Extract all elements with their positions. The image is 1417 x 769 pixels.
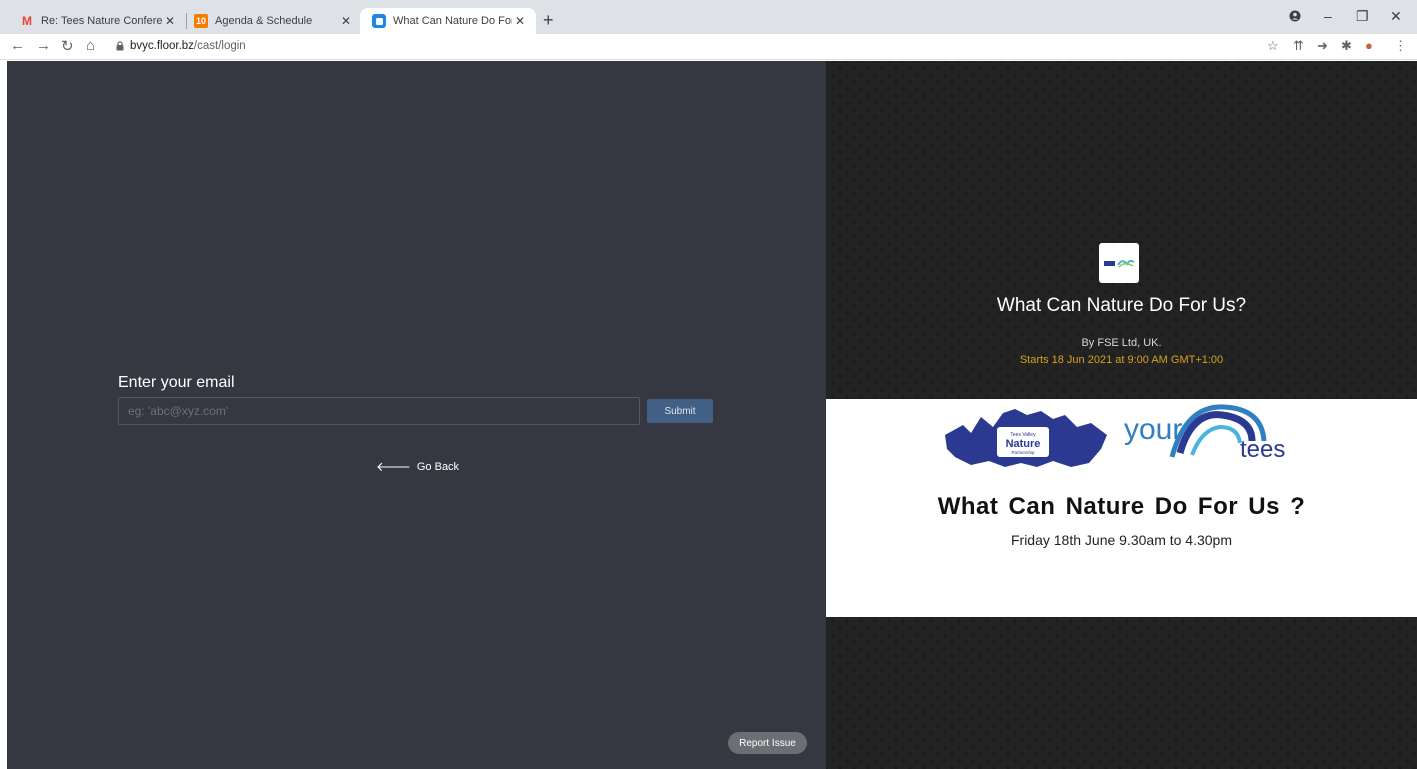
tab-title: What Can Nature Do For Us? Log — [393, 15, 512, 27]
browser-toolbar: ← → ↻ ⌂ bvyc.floor.bz/cast/login ☆ ⇈ ➜ ✱… — [0, 34, 1417, 60]
forward-icon[interactable]: → — [36, 37, 51, 54]
email-label: Enter your email — [118, 374, 235, 391]
go-back-label: Go Back — [416, 461, 460, 473]
back-icon[interactable]: ← — [10, 37, 25, 54]
event-logo — [1099, 243, 1139, 283]
tab-login[interactable]: What Can Nature Do For Us? Log ✕ — [360, 8, 536, 34]
star-icon[interactable]: ☆ — [1267, 38, 1279, 54]
extension-icon[interactable]: ⇈ — [1293, 38, 1304, 54]
puzzle-icon[interactable]: ✱ — [1341, 38, 1352, 54]
tab-title: Re: Tees Nature Conference - ma — [41, 15, 162, 27]
svg-text:tees: tees — [1240, 436, 1285, 463]
tab-agenda[interactable]: 10 Agenda & Schedule ✕ — [182, 8, 362, 34]
profile-icon[interactable] — [1289, 9, 1301, 25]
close-icon[interactable]: ✕ — [162, 14, 178, 28]
url-path: /cast/login — [193, 40, 246, 52]
share-icon[interactable]: ➜ — [1317, 38, 1328, 54]
email-input[interactable] — [118, 397, 640, 425]
svg-text:your: your — [1124, 413, 1182, 446]
browser-tabstrip: M Re: Tees Nature Conference - ma ✕ 10 A… — [0, 0, 1417, 34]
avatar[interactable]: ● — [1365, 38, 1373, 53]
arrow-left-icon: 🡐 — [376, 459, 411, 474]
url-host: bvyc.floor.bz — [130, 40, 194, 52]
banner-date: Friday 18th June 9.30am to 4.30pm — [1010, 532, 1233, 548]
close-icon[interactable]: ✕ — [338, 14, 354, 28]
new-tab-icon[interactable]: + — [543, 10, 554, 31]
tab-gmail[interactable]: M Re: Tees Nature Conference - ma ✕ — [8, 8, 186, 34]
menu-icon[interactable]: ⋮ — [1394, 38, 1407, 54]
go-back-link[interactable]: 🡐 Go Back — [376, 459, 459, 475]
event-panel: What Can Nature Do For Us? By FSE Ltd, U… — [826, 61, 1417, 769]
event-start-time: Starts 18 Jun 2021 at 9:00 AM GMT+1:00 — [1019, 354, 1224, 366]
event-banner: Tees Valley Nature Partnership your tees… — [826, 399, 1417, 617]
reload-icon[interactable]: ↻ — [61, 37, 74, 55]
window-close-icon[interactable]: ✕ — [1390, 8, 1402, 25]
home-icon[interactable]: ⌂ — [86, 37, 95, 54]
login-panel: Enter your email Submit 🡐 Go Back Report… — [7, 61, 826, 769]
tab-title: Agenda & Schedule — [215, 15, 313, 27]
floor-icon — [372, 14, 386, 28]
nature-partnership-logo: Tees Valley Nature Partnership — [945, 409, 1107, 467]
report-issue-button[interactable]: Report Issue — [728, 732, 807, 754]
close-icon[interactable]: ✕ — [512, 14, 528, 28]
event-title: What Can Nature Do For Us? — [996, 295, 1247, 316]
minimize-icon[interactable]: – — [1324, 8, 1332, 24]
your-tees-logo: your tees — [1124, 404, 1285, 463]
svg-text:Partnership: Partnership — [1011, 450, 1035, 455]
lock-icon — [116, 41, 124, 51]
nature-logo-text: Nature — [1006, 438, 1041, 450]
restore-icon[interactable]: ❐ — [1356, 8, 1369, 25]
calendar-icon: 10 — [194, 14, 208, 28]
gmail-icon: M — [22, 14, 32, 28]
submit-button[interactable]: Submit — [647, 399, 713, 423]
banner-title: What Can Nature Do For Us ? — [937, 493, 1306, 520]
address-bar[interactable]: bvyc.floor.bz/cast/login — [130, 40, 246, 52]
event-organizer: By FSE Ltd, UK. — [1081, 337, 1162, 349]
